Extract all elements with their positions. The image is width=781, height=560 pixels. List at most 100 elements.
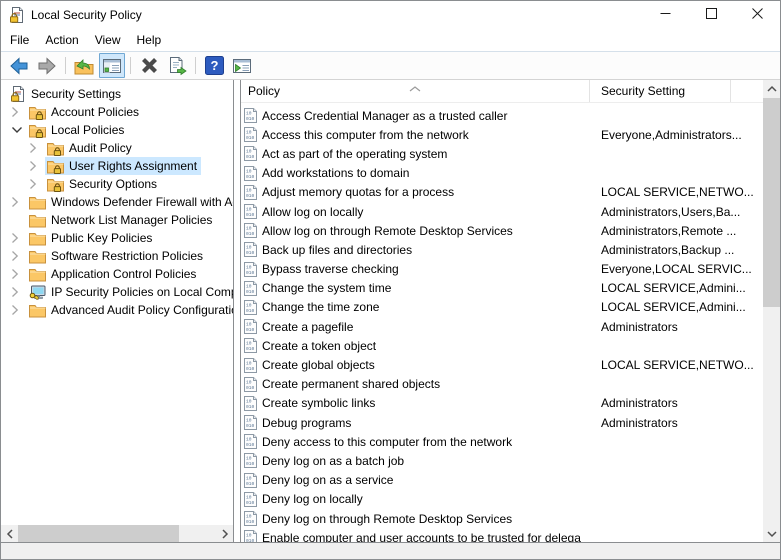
close-button[interactable] bbox=[734, 1, 780, 29]
policy-row[interactable]: 10010Deny log on as a batch job bbox=[241, 451, 763, 470]
horizontal-scrollbar[interactable] bbox=[1, 525, 233, 542]
chevron-right-icon[interactable] bbox=[11, 106, 27, 118]
policy-row[interactable]: 10010Create a pagefileAdministrators bbox=[241, 317, 763, 336]
svg-text:10: 10 bbox=[246, 149, 252, 155]
close-icon bbox=[752, 8, 763, 22]
policy-name: Deny log on as a service bbox=[262, 473, 590, 487]
chevron-right-icon[interactable] bbox=[29, 142, 45, 154]
tree-item-inner: Application Control Policies bbox=[27, 265, 200, 283]
horizontal-scroll-thumb[interactable] bbox=[18, 525, 179, 542]
policy-row[interactable]: 10010Create permanent shared objects bbox=[241, 375, 763, 394]
tree-item-local-policies[interactable]: Local Policies bbox=[1, 121, 233, 139]
policy-doc-icon: 10010 bbox=[244, 262, 257, 277]
policy-row[interactable]: 10010Back up files and directoriesAdmini… bbox=[241, 240, 763, 259]
menu-action[interactable]: Action bbox=[37, 29, 86, 51]
tree-item-advanced-audit-policy-configuration[interactable]: Advanced Audit Policy Configuration bbox=[1, 301, 233, 319]
chevron-right-icon[interactable] bbox=[29, 160, 45, 172]
tree-item-audit-policy[interactable]: Audit Policy bbox=[1, 139, 233, 157]
delete-button[interactable] bbox=[136, 53, 162, 78]
menu-view[interactable]: View bbox=[87, 29, 129, 51]
policy-row[interactable]: 10010Change the time zoneLOCAL SERVICE,A… bbox=[241, 298, 763, 317]
show-action-pane-button[interactable] bbox=[229, 53, 255, 78]
vertical-scrollbar[interactable] bbox=[763, 80, 780, 542]
policy-row[interactable]: 10010Deny log on as a service bbox=[241, 471, 763, 490]
up-one-level-button[interactable] bbox=[71, 53, 97, 78]
tree-item-security-options[interactable]: Security Options bbox=[1, 175, 233, 193]
policy-row[interactable]: 10010Add workstations to domain bbox=[241, 164, 763, 183]
chevron-right-icon[interactable] bbox=[11, 268, 27, 280]
svg-text:10: 10 bbox=[246, 226, 252, 232]
tree-item-network-list-manager-policies[interactable]: Network List Manager Policies bbox=[1, 211, 233, 229]
svg-text:10: 10 bbox=[246, 360, 252, 366]
policy-name: Back up files and directories bbox=[262, 243, 590, 257]
policy-doc-icon: 10010 bbox=[244, 108, 257, 123]
policy-doc-icon: 10010 bbox=[244, 223, 257, 238]
folder-up-icon bbox=[74, 56, 94, 75]
back-arrow-icon bbox=[9, 56, 29, 76]
policy-row[interactable]: 10010Deny log on locally bbox=[241, 490, 763, 509]
help-button[interactable]: ? bbox=[201, 53, 227, 78]
minimize-button[interactable] bbox=[642, 1, 688, 29]
policy-row[interactable]: 10010Access Credential Manager as a trus… bbox=[241, 106, 763, 125]
sort-ascending-icon bbox=[409, 81, 421, 95]
chevron-right-icon[interactable] bbox=[11, 196, 27, 208]
policy-row[interactable]: 10010Act as part of the operating system bbox=[241, 144, 763, 163]
forward-button[interactable] bbox=[34, 53, 60, 78]
policy-row[interactable]: 10010Enable computer and user accounts t… bbox=[241, 528, 763, 542]
back-button[interactable] bbox=[6, 53, 32, 78]
chevron-right-icon[interactable] bbox=[11, 250, 27, 262]
tree-item-inner: Network List Manager Policies bbox=[27, 211, 216, 229]
scroll-left-arrow-icon[interactable] bbox=[1, 525, 18, 542]
policy-row[interactable]: 10010Access this computer from the netwo… bbox=[241, 125, 763, 144]
ipsec-icon bbox=[29, 285, 46, 300]
chevron-right-icon[interactable] bbox=[11, 232, 27, 244]
menu-bar: FileActionViewHelp bbox=[1, 29, 780, 52]
tree-item-label: Network List Manager Policies bbox=[51, 213, 212, 227]
tree-item-security-settings[interactable]: Security Settings bbox=[1, 85, 233, 103]
chevron-right-icon[interactable] bbox=[11, 286, 27, 298]
vertical-scroll-thumb[interactable] bbox=[763, 98, 780, 307]
policy-row[interactable]: 10010Create a token object bbox=[241, 336, 763, 355]
tree-item-label: Security Options bbox=[69, 177, 157, 191]
chevron-right-icon[interactable] bbox=[11, 304, 27, 316]
policy-row[interactable]: 10010Create symbolic linksAdministrators bbox=[241, 394, 763, 413]
policy-row[interactable]: 10010Bypass traverse checkingEveryone,LO… bbox=[241, 260, 763, 279]
tree-item-windows-defender-firewall-with-adva[interactable]: Windows Defender Firewall with Adva bbox=[1, 193, 233, 211]
chevron-down-icon[interactable] bbox=[11, 126, 27, 134]
security-setting-value: Administrators bbox=[590, 416, 763, 430]
policy-row[interactable]: 10010Allow log on locallyAdministrators,… bbox=[241, 202, 763, 221]
tree-item-application-control-policies[interactable]: Application Control Policies bbox=[1, 265, 233, 283]
maximize-button[interactable] bbox=[688, 1, 734, 29]
policy-row[interactable]: 10010Debug programsAdministrators bbox=[241, 413, 763, 432]
folder-lock-icon bbox=[47, 141, 64, 156]
policy-row[interactable]: 10010Adjust memory quotas for a processL… bbox=[241, 183, 763, 202]
tree-item-inner: IP Security Policies on Local Compute bbox=[27, 283, 233, 301]
tree-item-software-restriction-policies[interactable]: Software Restriction Policies bbox=[1, 247, 233, 265]
show-console-tree-button[interactable] bbox=[99, 53, 125, 78]
policy-row[interactable]: 10010Deny log on through Remote Desktop … bbox=[241, 509, 763, 528]
policy-row[interactable]: 10010Change the system timeLOCAL SERVICE… bbox=[241, 279, 763, 298]
svg-text:10: 10 bbox=[246, 187, 252, 193]
tree-item-ip-security-policies-on-local-compute[interactable]: IP Security Policies on Local Compute bbox=[1, 283, 233, 301]
chevron-right-icon[interactable] bbox=[29, 178, 45, 190]
export-list-button[interactable] bbox=[164, 53, 190, 78]
svg-text:10: 10 bbox=[246, 456, 252, 462]
menu-file[interactable]: File bbox=[2, 29, 37, 51]
policy-row[interactable]: 10010Create global objectsLOCAL SERVICE,… bbox=[241, 355, 763, 374]
policy-name: Debug programs bbox=[262, 416, 590, 430]
policy-row[interactable]: 10010Deny access to this computer from t… bbox=[241, 432, 763, 451]
tree-item-user-rights-assignment[interactable]: User Rights Assignment bbox=[1, 157, 233, 175]
policy-row[interactable]: 10010Allow log on through Remote Desktop… bbox=[241, 221, 763, 240]
window-controls bbox=[642, 1, 780, 29]
scroll-up-arrow-icon[interactable] bbox=[763, 80, 780, 97]
column-header-security-setting[interactable]: Security Setting bbox=[590, 80, 731, 102]
scroll-right-arrow-icon[interactable] bbox=[216, 525, 233, 542]
tree-item-public-key-policies[interactable]: Public Key Policies bbox=[1, 229, 233, 247]
scroll-down-arrow-icon[interactable] bbox=[763, 525, 780, 542]
policy-name: Create a token object bbox=[262, 339, 590, 353]
menu-help[interactable]: Help bbox=[129, 29, 170, 51]
tree-item-account-policies[interactable]: Account Policies bbox=[1, 103, 233, 121]
tree-item-inner: Audit Policy bbox=[45, 139, 136, 157]
folder-lock-icon bbox=[29, 123, 46, 138]
svg-text:10: 10 bbox=[246, 302, 252, 308]
